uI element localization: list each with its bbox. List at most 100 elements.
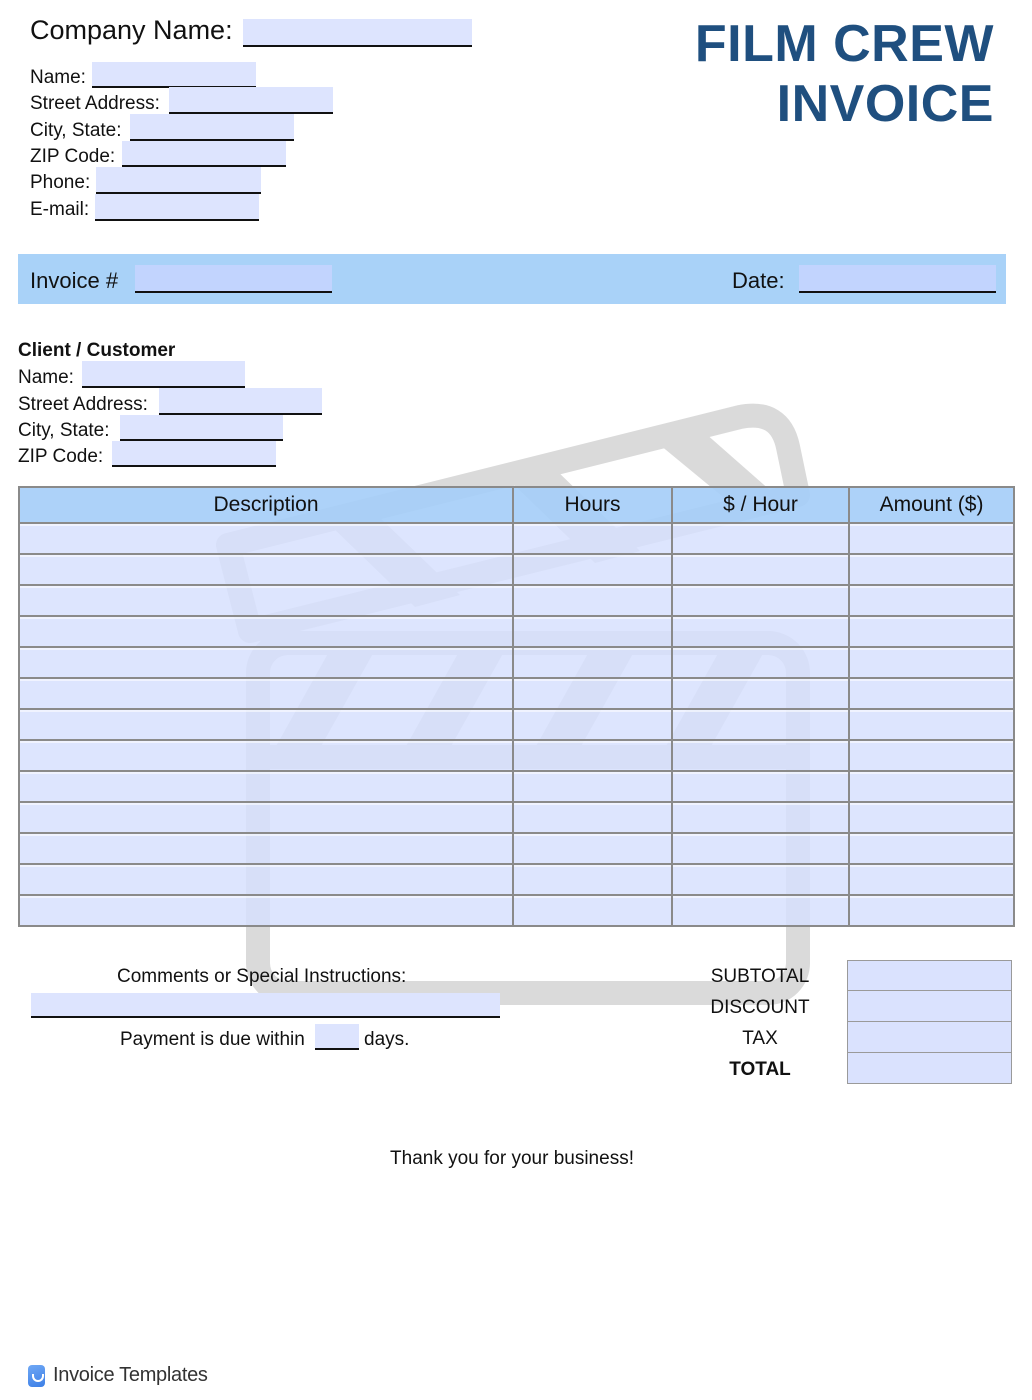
amount-cell[interactable]	[848, 739, 1015, 772]
client-street-field[interactable]	[159, 388, 322, 415]
rate-cell[interactable]	[671, 615, 850, 648]
comments-label: Comments or Special Instructions:	[117, 966, 407, 987]
client-name-field[interactable]	[82, 361, 245, 388]
sender-city-label: City, State:	[30, 120, 122, 141]
table-row	[18, 894, 1015, 927]
amount-cell[interactable]	[848, 801, 1015, 834]
rate-cell[interactable]	[671, 801, 850, 834]
tax-field[interactable]	[847, 1022, 1012, 1053]
table-row	[18, 770, 1015, 803]
client-street-label: Street Address:	[18, 394, 148, 415]
client-city-field[interactable]	[120, 415, 283, 441]
amount-cell[interactable]	[848, 894, 1015, 927]
sender-name-field[interactable]	[92, 62, 256, 88]
amount-cell[interactable]	[848, 553, 1015, 586]
rate-cell[interactable]	[671, 646, 850, 679]
sender-zip-label: ZIP Code:	[30, 146, 116, 167]
rate-cell[interactable]	[671, 770, 850, 803]
sender-email-field[interactable]	[95, 194, 259, 221]
line-items-table: Description Hours $ / Hour Amount ($)	[18, 486, 1015, 927]
description-cell[interactable]	[18, 801, 514, 834]
table-row	[18, 832, 1015, 865]
discount-field[interactable]	[847, 991, 1012, 1022]
hours-cell[interactable]	[512, 801, 673, 834]
description-cell[interactable]	[18, 584, 514, 617]
table-row	[18, 677, 1015, 710]
hours-cell[interactable]	[512, 770, 673, 803]
sender-name-label: Name:	[30, 67, 86, 88]
rate-cell[interactable]	[671, 677, 850, 710]
brand-footer: Invoice Templates	[28, 1364, 208, 1387]
subtotal-label: SUBTOTAL	[710, 966, 810, 987]
amount-cell[interactable]	[848, 832, 1015, 865]
rate-cell[interactable]	[671, 584, 850, 617]
description-cell[interactable]	[18, 894, 514, 927]
description-cell[interactable]	[18, 677, 514, 710]
discount-label: DISCOUNT	[710, 997, 810, 1018]
invoice-templates-logo-icon	[28, 1364, 45, 1387]
description-cell[interactable]	[18, 615, 514, 648]
client-name-label: Name:	[18, 367, 74, 388]
table-row	[18, 708, 1015, 741]
sender-street-field[interactable]	[169, 87, 333, 114]
payment-days-field[interactable]	[315, 1024, 359, 1050]
hours-cell[interactable]	[512, 522, 673, 555]
amount-cell[interactable]	[848, 770, 1015, 803]
company-name-field[interactable]	[243, 19, 472, 47]
rate-cell[interactable]	[671, 832, 850, 865]
amount-cell[interactable]	[848, 584, 1015, 617]
rate-cell[interactable]	[671, 739, 850, 772]
rate-cell[interactable]	[671, 522, 850, 555]
amount-cell[interactable]	[848, 677, 1015, 710]
rate-cell[interactable]	[671, 708, 850, 741]
date-field[interactable]	[799, 265, 996, 293]
hours-cell[interactable]	[512, 739, 673, 772]
amount-cell[interactable]	[848, 615, 1015, 648]
rate-cell[interactable]	[671, 553, 850, 586]
table-row	[18, 584, 1015, 617]
invoice-number-field[interactable]	[135, 265, 332, 293]
amount-cell[interactable]	[848, 863, 1015, 896]
subtotal-field[interactable]	[847, 960, 1012, 991]
hours-cell[interactable]	[512, 553, 673, 586]
invoice-number-label: Invoice #	[30, 268, 119, 293]
table-row	[18, 863, 1015, 896]
amount-cell[interactable]	[848, 522, 1015, 555]
rate-cell[interactable]	[671, 863, 850, 896]
hours-cell[interactable]	[512, 832, 673, 865]
table-row	[18, 553, 1015, 586]
payment-terms-prefix: Payment is due within	[120, 1029, 305, 1050]
sender-street-label: Street Address:	[30, 93, 160, 114]
brand-name: Invoice Templates	[53, 1364, 208, 1386]
client-zip-field[interactable]	[112, 441, 276, 467]
description-cell[interactable]	[18, 770, 514, 803]
client-city-label: City, State:	[18, 420, 110, 441]
rate-cell[interactable]	[671, 894, 850, 927]
column-header-rate: $ / Hour	[671, 486, 850, 524]
amount-cell[interactable]	[848, 708, 1015, 741]
hours-cell[interactable]	[512, 615, 673, 648]
amount-cell[interactable]	[848, 646, 1015, 679]
description-cell[interactable]	[18, 553, 514, 586]
column-header-description: Description	[18, 486, 514, 524]
invoice-title-line2: INVOICE	[776, 75, 994, 133]
client-zip-label: ZIP Code:	[18, 446, 104, 467]
hours-cell[interactable]	[512, 863, 673, 896]
thank-you-message: Thank you for your business!	[390, 1148, 634, 1169]
hours-cell[interactable]	[512, 677, 673, 710]
description-cell[interactable]	[18, 646, 514, 679]
sender-zip-field[interactable]	[122, 141, 286, 167]
total-field[interactable]	[847, 1053, 1012, 1084]
description-cell[interactable]	[18, 863, 514, 896]
sender-phone-field[interactable]	[96, 167, 261, 194]
description-cell[interactable]	[18, 739, 514, 772]
sender-city-field[interactable]	[130, 114, 294, 141]
hours-cell[interactable]	[512, 708, 673, 741]
hours-cell[interactable]	[512, 584, 673, 617]
comments-field[interactable]	[31, 993, 500, 1018]
description-cell[interactable]	[18, 708, 514, 741]
description-cell[interactable]	[18, 832, 514, 865]
hours-cell[interactable]	[512, 894, 673, 927]
hours-cell[interactable]	[512, 646, 673, 679]
description-cell[interactable]	[18, 522, 514, 555]
